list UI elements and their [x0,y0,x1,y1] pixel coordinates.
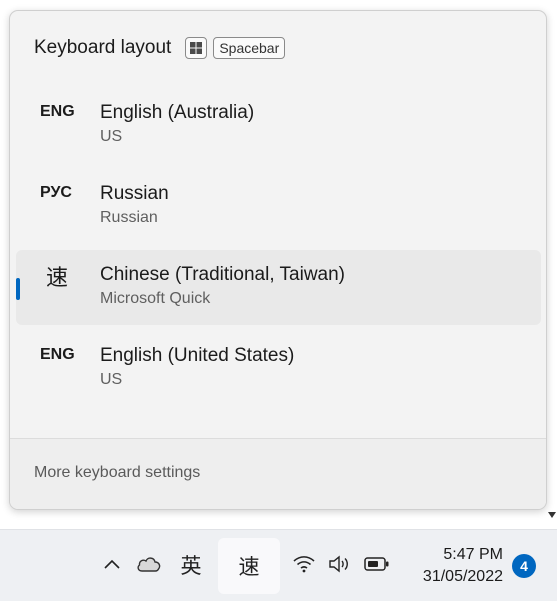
language-item-english-australia[interactable]: ENG English (Australia) US [16,88,541,163]
language-item-english-us[interactable]: ENG English (United States) US [16,331,541,406]
notification-badge[interactable]: 4 [512,554,536,578]
language-name: English (United States) [100,345,295,366]
keyboard-layout-flyout: Keyboard layout Spacebar ENG English (Au… [9,10,547,510]
language-code: ENG [40,103,75,120]
language-list: ENG English (Australia) US РУС Russian R… [16,88,541,412]
flyout-header: Keyboard layout Spacebar [34,35,286,61]
wifi-icon[interactable] [291,552,317,576]
language-layout: Microsoft Quick [100,290,211,307]
language-code: 速 [46,265,69,290]
windows-logo-icon [185,37,208,59]
spacebar-key-hint: Spacebar [213,37,286,59]
language-layout: US [100,128,123,145]
language-name: Russian [100,183,169,204]
taskbar: 英 速 5:47 PM 31/05/2022 4 [0,529,557,601]
language-layout: US [100,371,123,388]
selection-indicator [16,278,20,300]
footer-divider [10,438,546,439]
chevron-up-icon[interactable] [100,552,124,576]
taskbar-clock[interactable]: 5:47 PM 31/05/2022 [403,544,503,588]
language-item-russian[interactable]: РУС Russian Russian [16,169,541,244]
onedrive-cloud-icon[interactable] [134,552,164,576]
language-layout: Russian [100,209,158,226]
more-keyboard-settings-link[interactable]: More keyboard settings [34,464,200,482]
input-layout-indicator[interactable]: 速 [218,538,280,594]
battery-icon[interactable] [362,552,392,576]
language-code: ENG [40,346,75,363]
language-item-chinese-traditional[interactable]: 速 Chinese (Traditional, Taiwan) Microsof… [16,250,541,325]
clock-time: 5:47 PM [443,546,503,563]
language-name: English (Australia) [100,102,255,123]
flyout-title: Keyboard layout [34,37,172,58]
desktop: Keyboard layout Spacebar ENG English (Au… [0,0,557,601]
ime-mode-indicator[interactable]: 英 [176,550,206,580]
scroll-down-icon [548,512,556,520]
volume-icon[interactable] [326,552,354,576]
clock-date: 31/05/2022 [422,568,503,585]
language-code: РУС [40,184,72,201]
language-name: Chinese (Traditional, Taiwan) [100,264,346,285]
